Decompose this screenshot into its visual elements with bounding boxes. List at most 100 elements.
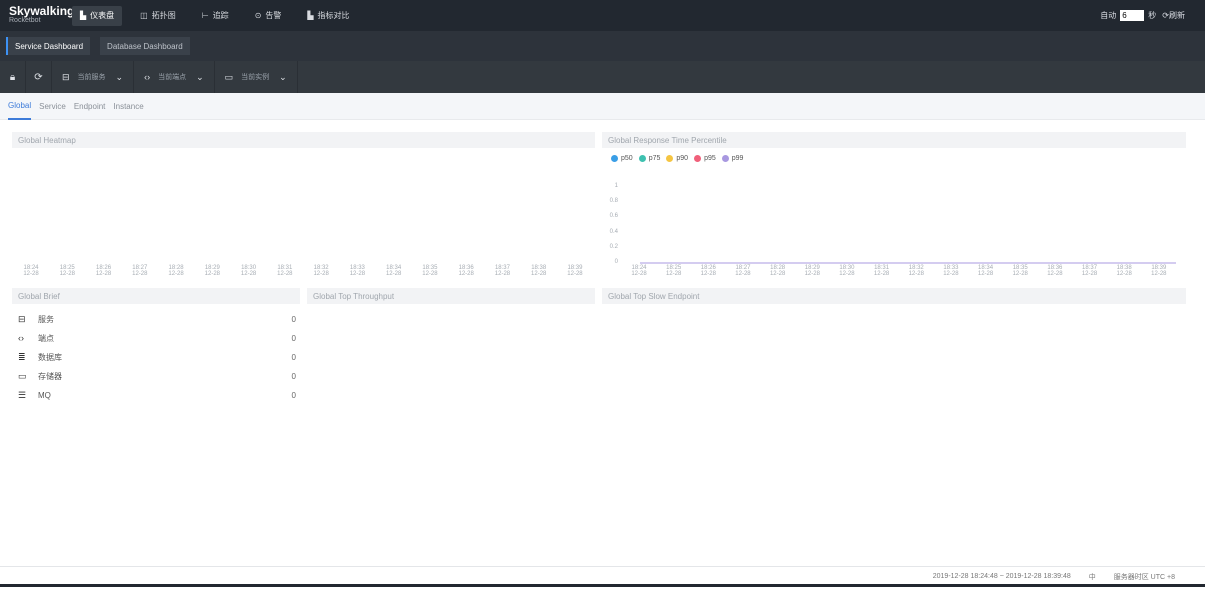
nav-dashboard[interactable]: ▙ 仪表盘 — [72, 5, 123, 26]
x-tick-label: 18:28 12-28 — [168, 265, 184, 277]
tab-service-dashboard[interactable]: Service Dashboard — [6, 37, 91, 55]
legend-item[interactable]: p75 — [638, 155, 661, 162]
service-icon: ⊟ — [62, 71, 70, 82]
nav-metrics-compare[interactable]: ▙ 指标对比 — [299, 6, 357, 26]
nav-trace[interactable]: ⊢ 追踪 — [194, 6, 237, 26]
x-tick-label: 18:38 12-28 — [1116, 265, 1132, 277]
legend-item[interactable]: p99 — [721, 155, 744, 162]
x-tick-label: 18:29 12-28 — [204, 265, 220, 277]
instance-selector[interactable]: ▭ 当前实例 ⌄ — [215, 61, 298, 93]
nav-label: 告警 — [265, 11, 282, 20]
legend-label: p99 — [731, 155, 744, 162]
y-tick-label: 0.8 — [609, 198, 618, 205]
percentile-y-axis: 1 0.8 0.6 0.4 0.2 0 — [600, 183, 618, 265]
auto-label[interactable]: 自动 — [1100, 10, 1116, 21]
x-tick-label: 18:27 12-28 — [735, 265, 751, 277]
endpoint-selector-value: 当前端点 — [158, 74, 187, 81]
nav-alarm[interactable]: ⊙ 告警 — [247, 6, 290, 26]
tab-endpoint[interactable]: Endpoint — [74, 93, 106, 120]
legend-label: p75 — [648, 155, 661, 162]
x-tick-label: 18:36 12-28 — [1047, 265, 1063, 277]
x-tick-label: 18:36 12-28 — [458, 265, 474, 277]
percentile-legend: p50 p75 p90 p95 p99 — [611, 155, 749, 162]
brief-value: 0 — [291, 333, 296, 343]
x-tick-label: 18:26 12-28 — [700, 265, 716, 277]
refresh-button[interactable]: 刷新 — [1169, 10, 1185, 21]
service-selector[interactable]: ⊟ 当前服务 ⌄ — [52, 61, 135, 93]
brief-label: MQ — [38, 390, 51, 400]
refresh-interval-input[interactable] — [1120, 10, 1145, 21]
x-tick-label: 18:38 12-28 — [531, 265, 547, 277]
tab-global[interactable]: Global — [8, 93, 32, 120]
nav-topology[interactable]: ◫ 拓扑图 — [132, 6, 184, 26]
slow-endpoint-panel-title: Global Top Slow Endpoint — [602, 288, 1186, 304]
y-tick-label: 0 — [614, 259, 618, 265]
endpoint-icon: ‹› — [18, 333, 24, 343]
percentile-chart — [640, 262, 1176, 264]
x-tick-label: 18:31 12-28 — [873, 265, 890, 277]
legend-label: p50 — [621, 155, 633, 162]
instance-icon: ▭ — [224, 71, 234, 82]
x-tick-label: 18:25 12-28 — [59, 265, 75, 277]
x-tick-label: 18:37 12-28 — [1081, 265, 1098, 277]
legend-label: p90 — [676, 155, 689, 162]
legend-dot-icon — [721, 155, 729, 162]
x-tick-label: 18:33 12-28 — [943, 265, 959, 277]
brief-value: 0 — [291, 390, 296, 400]
x-tick-label: 18:26 12-28 — [95, 265, 112, 277]
dashboard-icon: ▙ — [80, 11, 87, 20]
x-tick-label: 18:35 12-28 — [422, 265, 438, 277]
brief-label: 端点 — [38, 333, 54, 343]
service-icon: ⊟ — [18, 313, 26, 324]
y-tick-label: 1 — [614, 183, 618, 189]
timezone-label[interactable]: 服务器时区 UTC +8 — [1114, 572, 1175, 582]
x-tick-label: 18:39 12-28 — [1151, 265, 1167, 277]
alarm-icon: ⊙ — [254, 11, 262, 20]
legend-dot-icon — [666, 155, 674, 162]
reload-icon[interactable]: ⟳ — [26, 61, 52, 93]
lock-icon[interactable]: 🔒︎ — [0, 61, 26, 93]
seconds-label: 秒 — [1148, 11, 1157, 20]
mq-icon: ☰ — [18, 389, 27, 400]
tab-instance[interactable]: Instance — [113, 93, 143, 120]
footer-bar: 2019-12-28 18:24:48 ~ 2019-12-28 18:39:4… — [0, 566, 1205, 586]
brief-label: 存储器 — [38, 371, 62, 381]
y-tick-label: 0.2 — [609, 243, 618, 250]
database-icon: ≣ — [18, 351, 26, 362]
tab-database-dashboard[interactable]: Database Dashboard — [100, 37, 190, 55]
heatmap-x-axis: 18:24 12-28 18:25 12-28 18:26 12-28 18:27 12-28… — [20, 265, 586, 277]
main-nav: ▙ 仪表盘 ◫ 拓扑图 ⊢ 追踪 ⊙ 告警 ▙ 指标对比 — [72, 0, 368, 31]
x-tick-label: 18:25 12-28 — [665, 265, 682, 277]
nav-label: 拓扑图 — [151, 11, 176, 20]
x-tick-label: 18:30 12-28 — [839, 265, 855, 277]
x-tick-label: 18:33 12-28 — [349, 265, 366, 277]
app-logo[interactable]: Skywalking Rocketbot — [0, 5, 74, 26]
x-tick-label: 18:35 12-28 — [1012, 265, 1028, 277]
refresh-icon[interactable]: ⟳ — [1162, 11, 1169, 20]
y-tick-label: 0.4 — [609, 228, 618, 235]
language-toggle[interactable]: 中 — [1089, 572, 1096, 582]
top-navbar: Skywalking Rocketbot ▙ 仪表盘 ◫ 拓扑图 ⊢ 追踪 ⊙ 告警 ▙… — [0, 0, 1205, 31]
nav-label: 指标对比 — [317, 11, 350, 20]
legend-item[interactable]: p95 — [694, 155, 716, 162]
x-tick-label: 18:32 12-28 — [313, 265, 329, 277]
x-tick-label: 18:34 12-28 — [977, 265, 994, 277]
x-tick-label: 18:24 12-28 — [631, 265, 647, 277]
time-range[interactable]: 2019-12-28 18:24:48 ~ 2019-12-28 18:39:4… — [933, 573, 1071, 580]
legend-item[interactable]: p90 — [666, 155, 688, 162]
compare-icon: ▙ — [307, 11, 314, 20]
nav-label: 追踪 — [212, 11, 229, 20]
tab-service[interactable]: Service — [39, 93, 66, 120]
brief-row: ☰ MQ 0 — [18, 386, 296, 404]
trace-icon: ⊢ — [201, 11, 209, 20]
legend-item[interactable]: p50 — [611, 155, 633, 162]
x-tick-label: 18:29 12-28 — [804, 265, 820, 277]
scope-tabs: Global Service Endpoint Instance — [0, 93, 1205, 120]
endpoint-selector[interactable]: ‹› 当前端点 ⌄ — [134, 61, 215, 93]
x-tick-label: 18:30 12-28 — [240, 265, 257, 277]
heatmap-panel-title: Global Heatmap — [12, 132, 595, 148]
brief-label: 服务 — [38, 314, 54, 324]
chevron-down-icon: ⌄ — [196, 71, 204, 82]
brief-value: 0 — [291, 314, 296, 324]
dashboard-tabs: Service Dashboard Database Dashboard — [0, 31, 1205, 61]
